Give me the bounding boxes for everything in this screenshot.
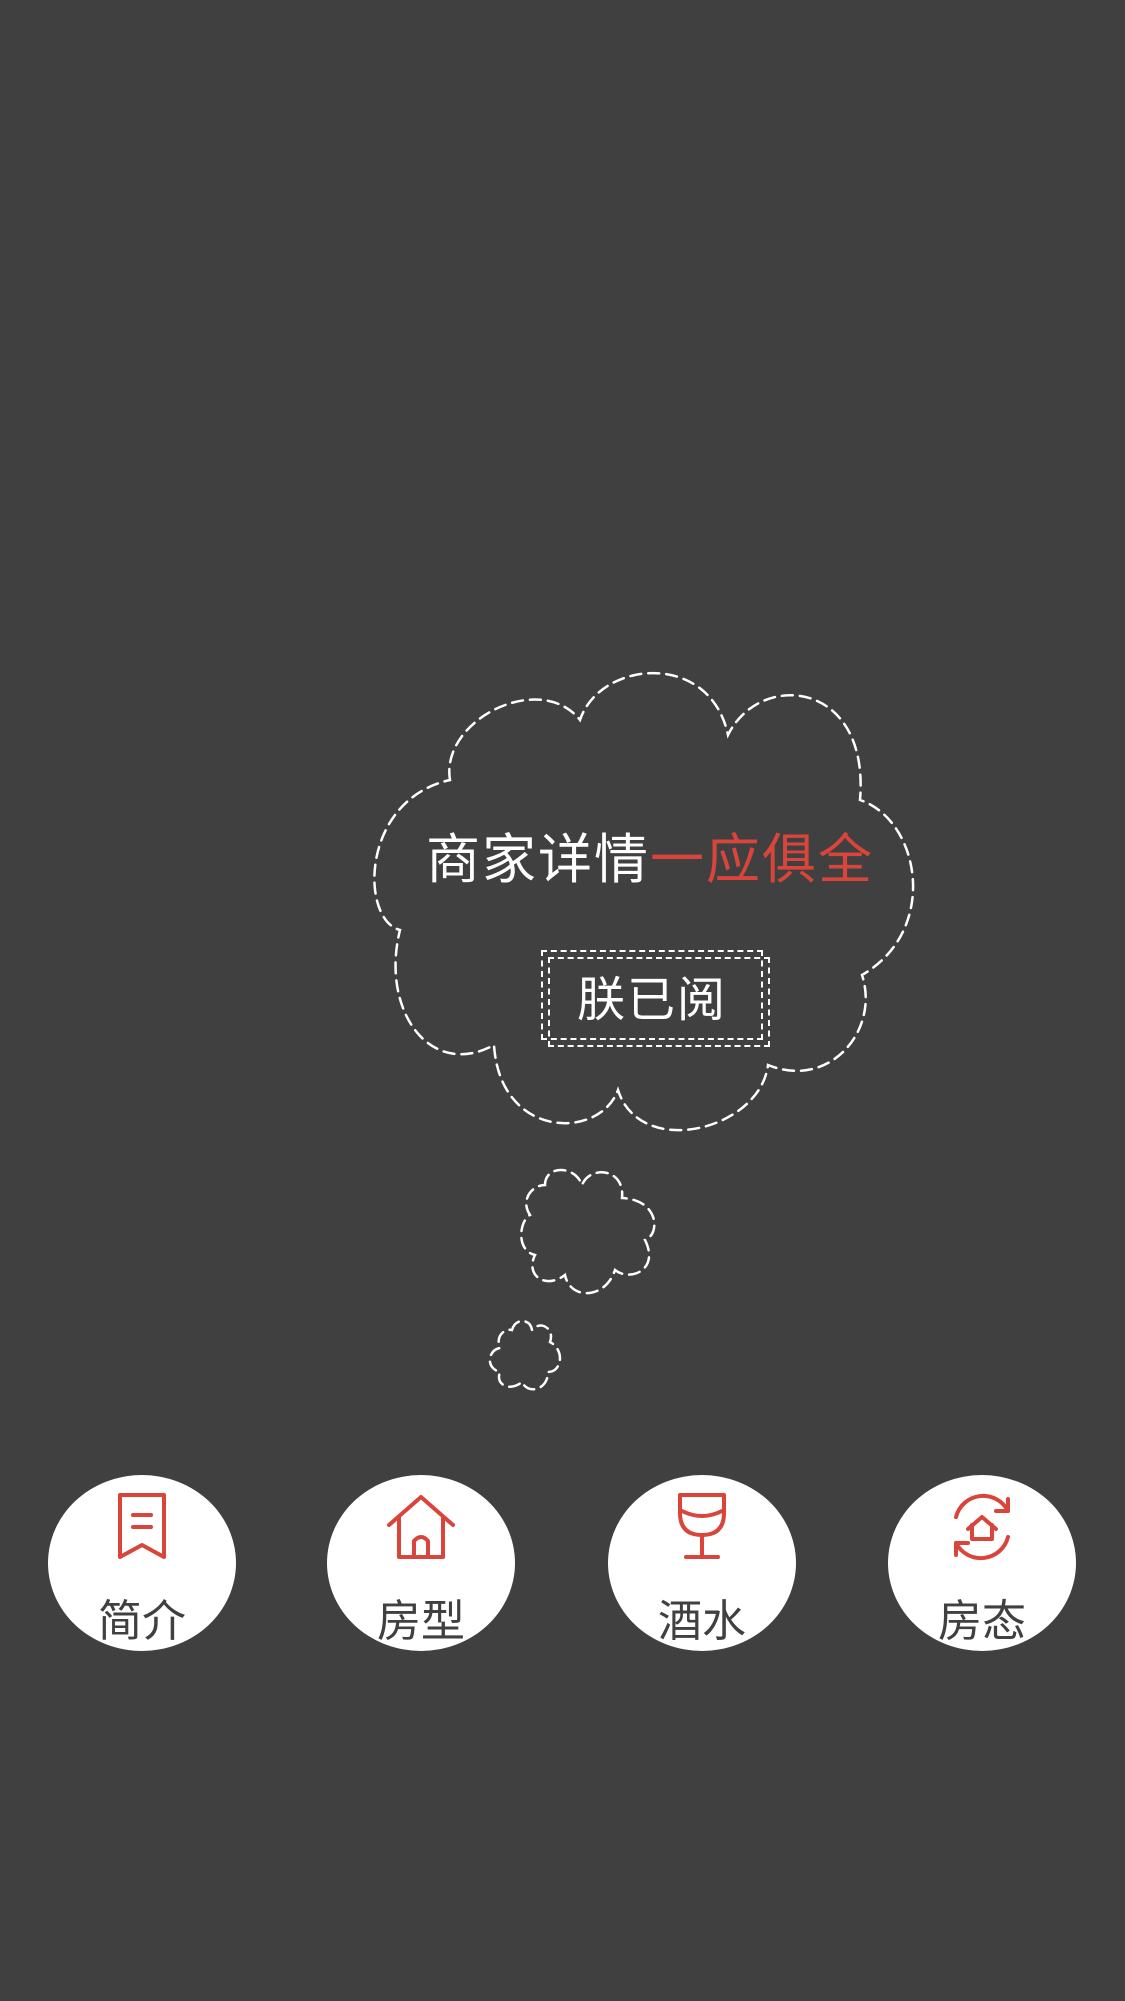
read-button-label: 朕已阅 [576, 972, 727, 1028]
nav-item-room-type[interactable]: 房型 [327, 1475, 515, 1651]
nav-item-room-status[interactable]: 房态 [888, 1475, 1076, 1651]
headline-red-text: 一应俱全 [650, 828, 874, 891]
wine-glass-icon [678, 1493, 726, 1559]
headline-white-text: 商家详情 [426, 828, 650, 891]
nav-item-label: 简介 [98, 1596, 186, 1647]
small-cloud-outline [520, 1168, 656, 1295]
house-icon [387, 1495, 455, 1559]
nav-item-intro[interactable]: 简介 [48, 1475, 236, 1651]
big-cloud-outline [373, 671, 915, 1132]
read-button[interactable]: 朕已阅 [541, 950, 763, 1040]
headline: 商家详情一应俱全 [380, 815, 920, 894]
house-refresh-icon [954, 1493, 1010, 1561]
nav-item-drinks[interactable]: 酒水 [608, 1475, 796, 1651]
tiny-cloud-outline [488, 1319, 562, 1391]
nav-item-label: 房态 [938, 1596, 1026, 1647]
bookmark-icon [118, 1493, 166, 1559]
nav-item-label: 酒水 [658, 1596, 746, 1647]
nav-item-label: 房型 [377, 1596, 465, 1647]
